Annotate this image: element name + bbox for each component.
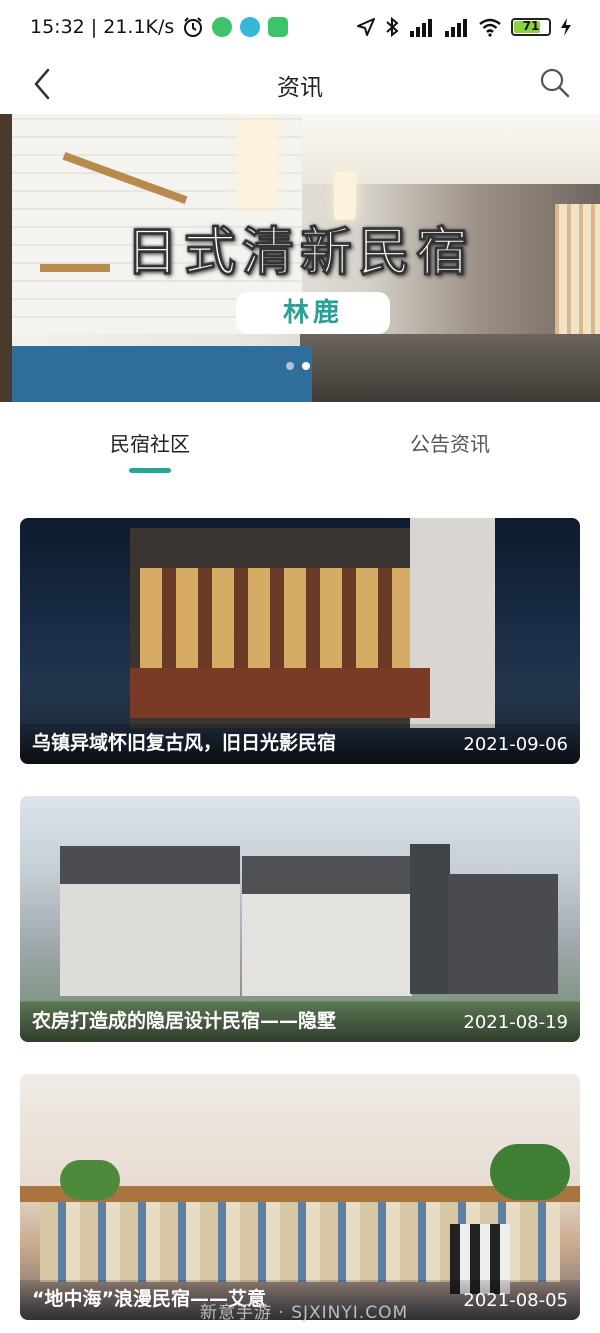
status-right: 71 xyxy=(356,17,572,37)
tab-active-indicator xyxy=(129,468,171,473)
signal-icon-2 xyxy=(445,19,467,37)
article-title: 乌镇异域怀旧复古风，旧日光影民宿 xyxy=(32,732,337,754)
article-title: 农房打造成的隐居设计民宿——隐墅 xyxy=(32,1010,337,1032)
alarm-icon xyxy=(184,17,203,37)
tab-announcements[interactable]: 公告资讯 xyxy=(350,428,550,457)
battery-level: 71 xyxy=(522,19,540,33)
status-bar: 15:32 | 21.1K/s 71 xyxy=(0,0,600,58)
search-icon[interactable] xyxy=(538,66,572,100)
banner-carousel[interactable]: 日式清新民宿 林鹿 xyxy=(0,114,600,402)
app-notification-icon xyxy=(212,17,233,37)
banner-title: 日式清新民宿 xyxy=(125,223,474,284)
carousel-dot-active[interactable] xyxy=(302,362,310,370)
signal-icon xyxy=(410,19,432,37)
watermark-text: 新意手游 · SJXINYI.COM xyxy=(200,1303,409,1323)
article-date: 2021-09-06 xyxy=(463,734,568,755)
article-card[interactable]: 乌镇异域怀旧复古风，旧日光影民宿 2021-09-06 xyxy=(20,518,580,764)
article-date: 2021-08-19 xyxy=(463,1012,568,1033)
tab-community[interactable]: 民宿社区 xyxy=(50,428,250,457)
carousel-dot[interactable] xyxy=(286,362,294,370)
status-left: 15:32 | 21.1K/s xyxy=(30,16,289,38)
carousel-dots xyxy=(286,362,310,370)
banner-tag: 林鹿 xyxy=(236,292,390,334)
battery-icon: 71 xyxy=(511,18,551,36)
location-arrow-icon xyxy=(357,18,375,36)
article-date: 2021-08-05 xyxy=(463,1290,568,1311)
nav-bar: 资讯 xyxy=(0,58,600,112)
article-card[interactable]: “地中海”浪漫民宿——艾意 2021-08-05 xyxy=(20,1074,580,1320)
location-app-icon xyxy=(240,17,261,37)
article-card[interactable]: 农房打造成的隐居设计民宿——隐墅 2021-08-19 xyxy=(20,796,580,1042)
status-time-speed: 15:32 | 21.1K/s xyxy=(30,16,175,38)
tab-bar: 民宿社区 公告资讯 xyxy=(0,402,600,492)
wifi-icon xyxy=(479,18,501,37)
page-title: 资讯 xyxy=(277,75,323,101)
charging-icon xyxy=(561,18,571,36)
message-app-icon xyxy=(268,17,289,37)
bluetooth-icon xyxy=(386,17,399,37)
